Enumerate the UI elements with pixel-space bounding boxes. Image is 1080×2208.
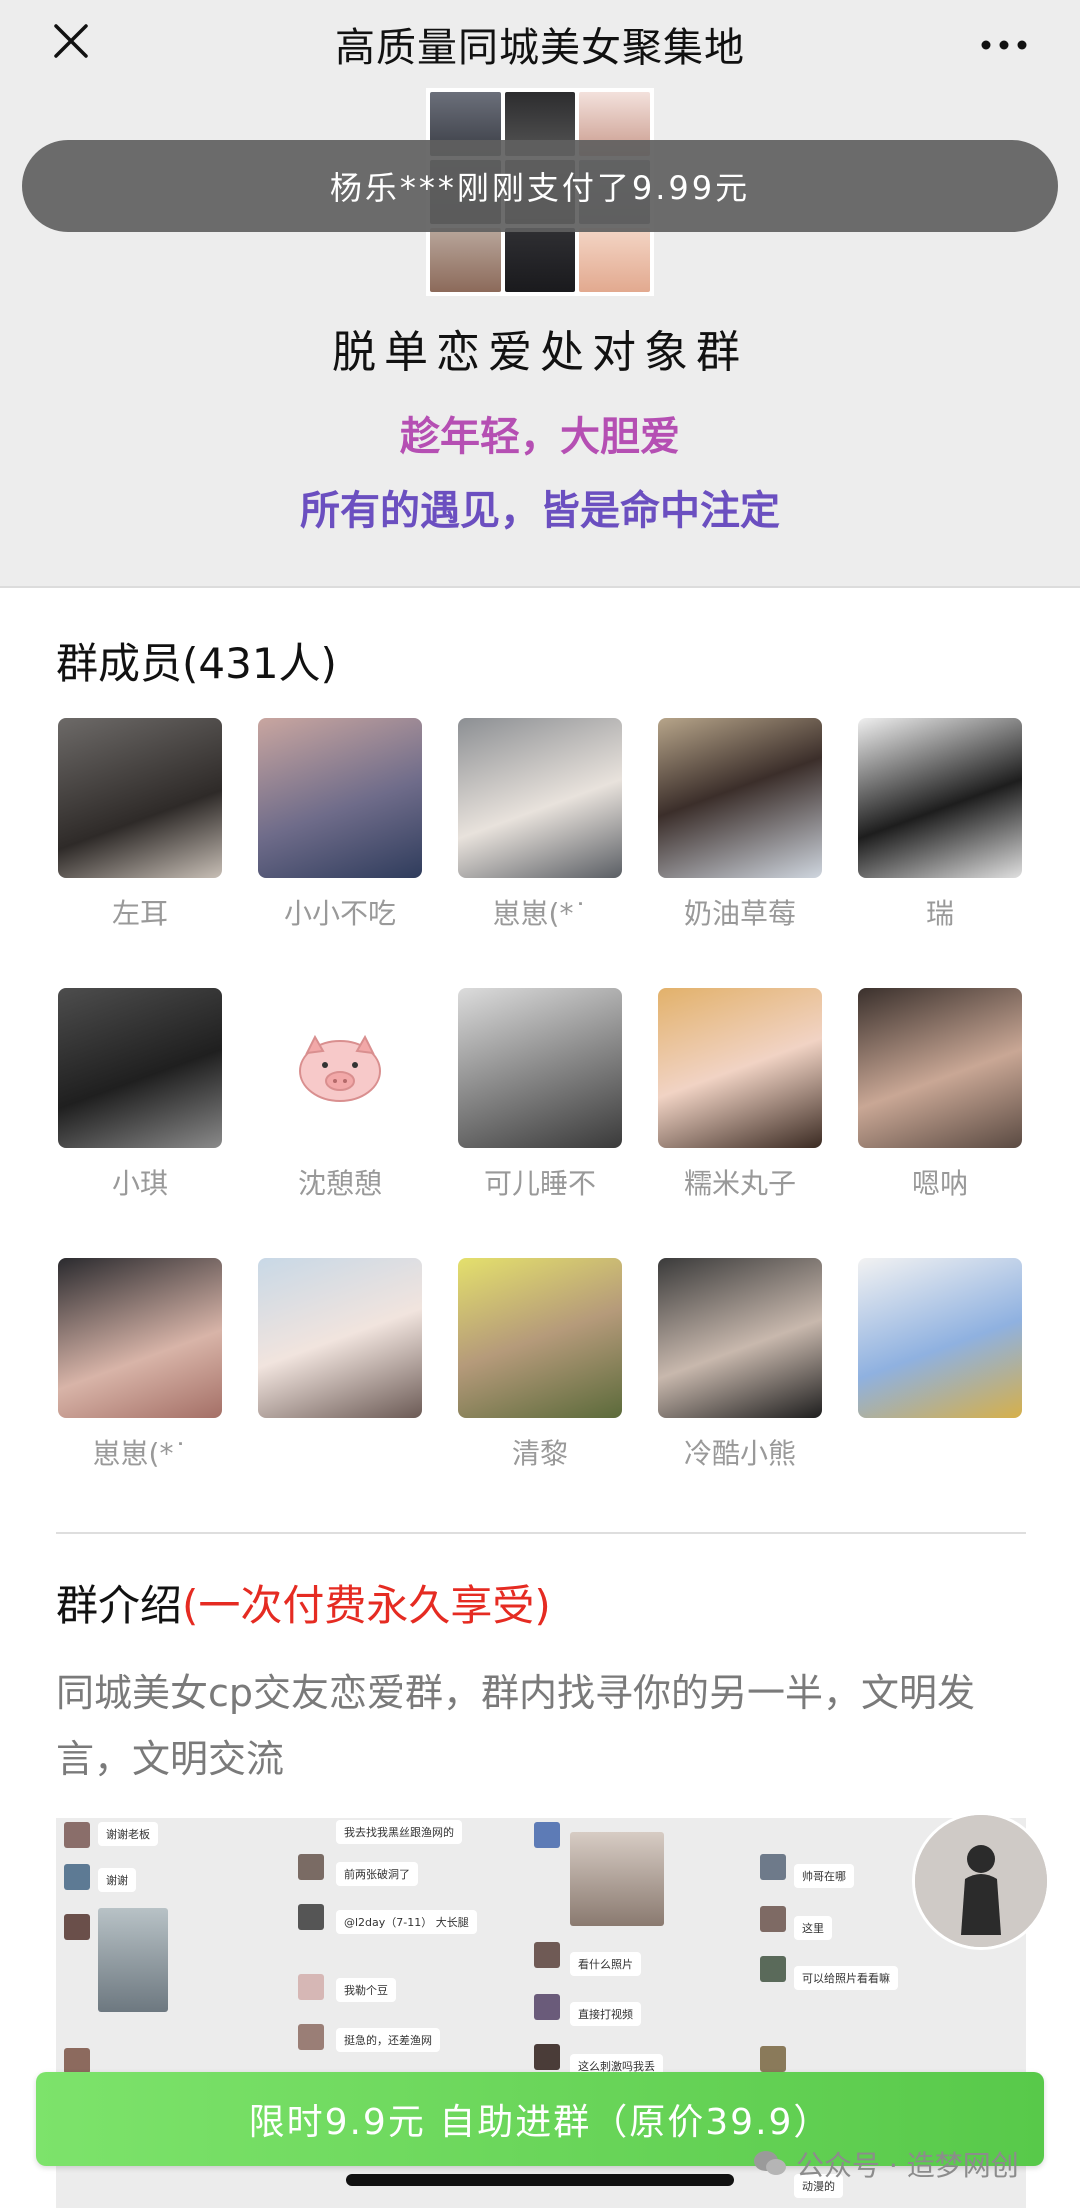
avatar-thumb [504,228,576,292]
chat-avatar [760,1956,786,1982]
chat-avatar [298,2024,324,2050]
slogan-primary: 趁年轻，大胆爱 [400,414,680,460]
member-name: 奶油草莓 [683,897,796,930]
member-avatar [858,718,1022,878]
member-name: 冷酷小熊 [683,1437,796,1470]
member-avatar [258,718,422,878]
watermark: 公众号 · 造梦网创 [752,2144,1019,2184]
chat-bubble: 帅哥在哪 [794,1864,854,1888]
chat-avatar [64,2048,90,2074]
chat-avatar [760,1854,786,1880]
member-card[interactable]: 奶油草莓 [658,718,822,930]
member-card[interactable]: 崽崽(*˙ [458,718,622,930]
intro-title: 群介绍(一次付费永久享受) [56,1572,551,1633]
member-card[interactable]: 冷酷小熊 [658,1258,822,1470]
member-card[interactable]: 可儿睡不 [458,988,622,1200]
member-card[interactable]: 糯米丸子 [658,988,822,1200]
intro-title-note: (一次付费永久享受) [182,1581,551,1630]
member-name: 沈憩憩 [297,1167,382,1200]
floating-avatar[interactable] [912,1812,1050,1950]
member-name: 崽崽(*˙ [92,1437,188,1470]
member-avatar [258,1258,422,1418]
member-name: 糯米丸子 [683,1167,796,1200]
member-card[interactable]: 嗯呐 [858,988,1022,1200]
chat-bubble: 我勒个豆 [336,1978,396,2002]
member-card[interactable]: 小小不吃 [258,718,422,930]
more-icon[interactable] [974,20,1034,70]
member-avatar [458,988,622,1148]
chat-photo [570,1832,664,1926]
chat-avatar [760,1906,786,1932]
chat-bubble: 我去找我黑丝跟渔网的 [336,1820,462,1844]
member-avatar [58,1258,222,1418]
group-name: 脱单恋爱处对象群 [332,327,748,378]
chat-avatar [534,2044,560,2070]
wechat-icon [754,2151,786,2175]
chat-bubble: 这里 [794,1916,832,1940]
member-card[interactable] [858,1258,1022,1458]
chat-avatar [298,1854,324,1880]
chat-bubble: @l2day（7-11） 大长腿 [336,1910,477,1934]
member-name: 小琪 [111,1167,168,1200]
chat-avatar [64,1864,90,1890]
intro-description: 同城美女cp交友恋爱群，群内找寻你的另一半，文明发言，文明交流 [56,1671,976,1781]
payment-toast: 杨乐***刚刚支付了9.99元 [22,140,1058,232]
member-card[interactable]: 崽崽(*˙ [58,1258,222,1470]
chat-avatar [534,1994,560,2020]
avatar-thumb [579,228,650,292]
member-name: 可儿睡不 [483,1167,596,1200]
chat-avatar [760,2046,786,2072]
chat-bubble: 可以给照片看看嘛 [794,1966,898,1990]
chat-avatar [298,1974,324,2000]
member-avatar [858,988,1022,1148]
member-card[interactable]: 瑞 [858,718,1022,930]
member-name: 清黎 [511,1437,568,1470]
members-title: 群成员(431人) [56,639,337,688]
watermark-text: 公众号 · 造梦网创 [796,2149,1019,2182]
section-divider [56,1532,1026,1534]
chat-bubble: 直接打视频 [570,2002,641,2026]
member-avatar [458,1258,622,1418]
chat-avatar [534,1822,560,1848]
page-title: 高质量同城美女聚集地 [335,25,745,71]
member-card[interactable]: 左耳 [58,718,222,930]
member-name: 瑞 [925,897,954,930]
member-avatar [58,718,222,878]
member-avatar [858,1258,1022,1418]
chat-bubble: 挺急的，还差渔网 [336,2028,440,2052]
member-avatar [658,718,822,878]
chat-bubble: 谢谢 [98,1868,136,1892]
member-avatar [658,1258,822,1418]
chat-photo [98,1908,168,2012]
intro-title-text: 群介绍 [56,1581,183,1630]
avatar-thumb [430,228,501,292]
member-card[interactable]: 清黎 [458,1258,622,1470]
chat-avatar [64,1914,90,1940]
group-header: 杨乐***刚刚支付了9.99元 脱单恋爱处对象群 趁年轻，大胆爱 所有的遇见，皆… [0,88,1080,588]
member-name: 崽崽(*˙ [492,897,588,930]
chat-bubble: 前两张破洞了 [336,1862,418,1886]
slogan-secondary: 所有的遇见，皆是命中注定 [300,488,780,534]
member-avatar [658,988,822,1148]
nav-bar: 高质量同城美女聚集地 [0,0,1080,88]
member-name: 小小不吃 [283,897,396,930]
pig-icon [299,1034,381,1102]
member-avatar [458,718,622,878]
member-card[interactable]: 沈憩憩 [258,988,422,1200]
chat-bubble: 谢谢老板 [98,1822,158,1846]
member-name: 左耳 [111,897,168,930]
chat-bubble: 看什么照片 [570,1952,641,1976]
home-indicator[interactable] [346,2174,734,2186]
chat-avatar [534,1942,560,1968]
member-avatar [258,988,422,1148]
person-icon [915,1815,1047,1947]
chat-avatar [298,1904,324,1930]
member-name: 嗯呐 [911,1167,968,1200]
close-icon[interactable] [46,16,96,66]
member-card[interactable]: 小琪 [58,988,222,1200]
chat-avatar [64,1822,90,1848]
member-avatar [58,988,222,1148]
member-card[interactable] [258,1258,422,1458]
